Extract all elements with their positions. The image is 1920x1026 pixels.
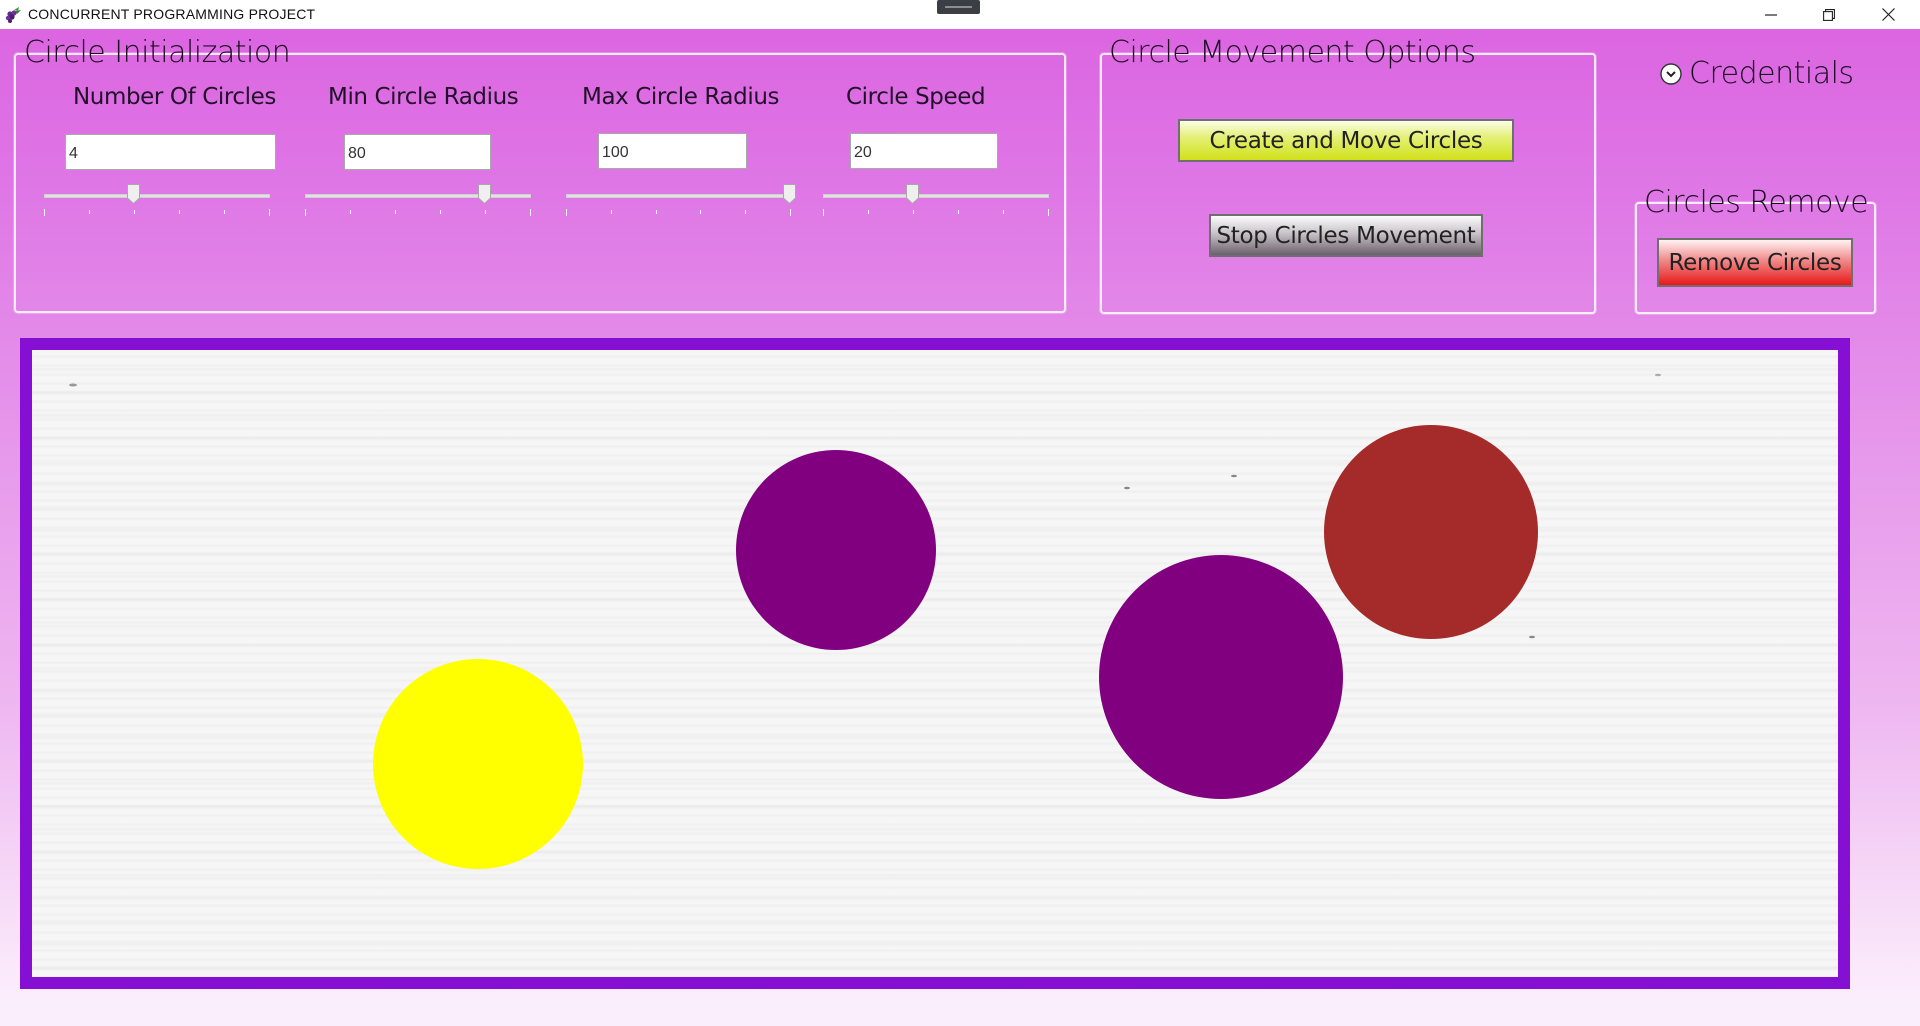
slider-track[interactable]: [305, 194, 531, 198]
circle-speed-input[interactable]: [850, 133, 998, 169]
slider-tick: [395, 210, 396, 214]
slider-thumb[interactable]: [906, 184, 919, 204]
number-of-circles-slider[interactable]: [44, 180, 270, 220]
remove-circles-button[interactable]: Remove Circles: [1657, 238, 1853, 287]
circle-initialization-title: Circle Initialization: [24, 35, 291, 70]
circles-layer: [69, 373, 1661, 869]
slider-thumb[interactable]: [783, 184, 796, 204]
slider-tick: [485, 210, 486, 214]
number-of-circles-label: Number Of Circles: [73, 84, 276, 110]
minimize-icon: [1765, 13, 1777, 16]
close-icon: [1881, 8, 1895, 21]
slider-track[interactable]: [823, 194, 1049, 198]
slider-thumb[interactable]: [478, 184, 491, 204]
slider-tick: [1048, 209, 1049, 216]
circle-speed-label: Circle Speed: [846, 84, 986, 110]
purple-circle-large: [1099, 555, 1343, 799]
slider-tick: [655, 210, 657, 214]
create-and-move-circles-button[interactable]: Create and Move Circles: [1178, 119, 1514, 162]
slider-tick: [1003, 210, 1004, 214]
slider-tick: [350, 210, 351, 214]
grapes-app-icon: [5, 7, 21, 23]
drag-handle[interactable]: [937, 0, 980, 14]
restore-icon: [1823, 8, 1835, 21]
min-circle-radius-slider[interactable]: [305, 180, 531, 220]
circle-canvas-frame: [20, 338, 1850, 989]
slider-tick: [89, 210, 90, 214]
credentials-expander[interactable]: Credentials: [1660, 56, 1854, 91]
slider-tick: [224, 210, 225, 214]
number-of-circles-input[interactable]: [65, 134, 276, 170]
window-title: CONCURRENT PROGRAMMING PROJECT: [28, 6, 316, 22]
slider-tick: [790, 209, 791, 216]
slider-tick: [305, 209, 306, 216]
min-circle-radius-label: Min Circle Radius: [328, 84, 519, 110]
slider-tick: [610, 210, 612, 214]
slider-tick: [269, 209, 270, 216]
max-circle-radius-label: Max Circle Radius: [582, 84, 780, 110]
title-bar: CONCURRENT PROGRAMMING PROJECT: [0, 0, 1920, 29]
yellow-circle: [373, 659, 583, 869]
close-button[interactable]: [1865, 0, 1911, 29]
circle-speed-slider[interactable]: [823, 180, 1049, 220]
slider-tick: [700, 210, 702, 214]
max-circle-radius-slider[interactable]: [566, 180, 796, 220]
slider-track[interactable]: [44, 194, 270, 198]
slider-tick: [913, 210, 914, 214]
max-circle-radius-input[interactable]: [598, 133, 747, 169]
minimize-button[interactable]: [1748, 0, 1794, 29]
purple-circle-small: [736, 450, 936, 650]
circle-movement-title: Circle Movement Options: [1109, 35, 1476, 70]
slider-track[interactable]: [566, 194, 791, 198]
slider-thumb[interactable]: [127, 184, 140, 204]
slider-tick: [823, 209, 824, 216]
circle-movement-group: [1100, 53, 1596, 314]
chevron-down-circle-icon: [1660, 62, 1682, 85]
slider-tick: [566, 209, 567, 216]
slider-tick: [530, 209, 531, 216]
slider-tick: [745, 210, 747, 214]
min-circle-radius-input[interactable]: [344, 134, 491, 170]
slider-tick: [868, 210, 869, 214]
slider-tick: [440, 210, 441, 214]
slider-tick: [958, 210, 959, 214]
slider-tick: [44, 209, 45, 216]
brown-circle: [1324, 425, 1538, 639]
slider-tick: [179, 210, 180, 214]
circles-remove-title: Circles Remove: [1644, 185, 1869, 220]
circle-canvas[interactable]: [32, 350, 1838, 977]
stop-circles-movement-button[interactable]: Stop Circles Movement: [1209, 214, 1483, 257]
slider-tick: [134, 210, 135, 214]
credentials-label: Credentials: [1689, 56, 1854, 91]
restore-button[interactable]: [1806, 0, 1852, 29]
